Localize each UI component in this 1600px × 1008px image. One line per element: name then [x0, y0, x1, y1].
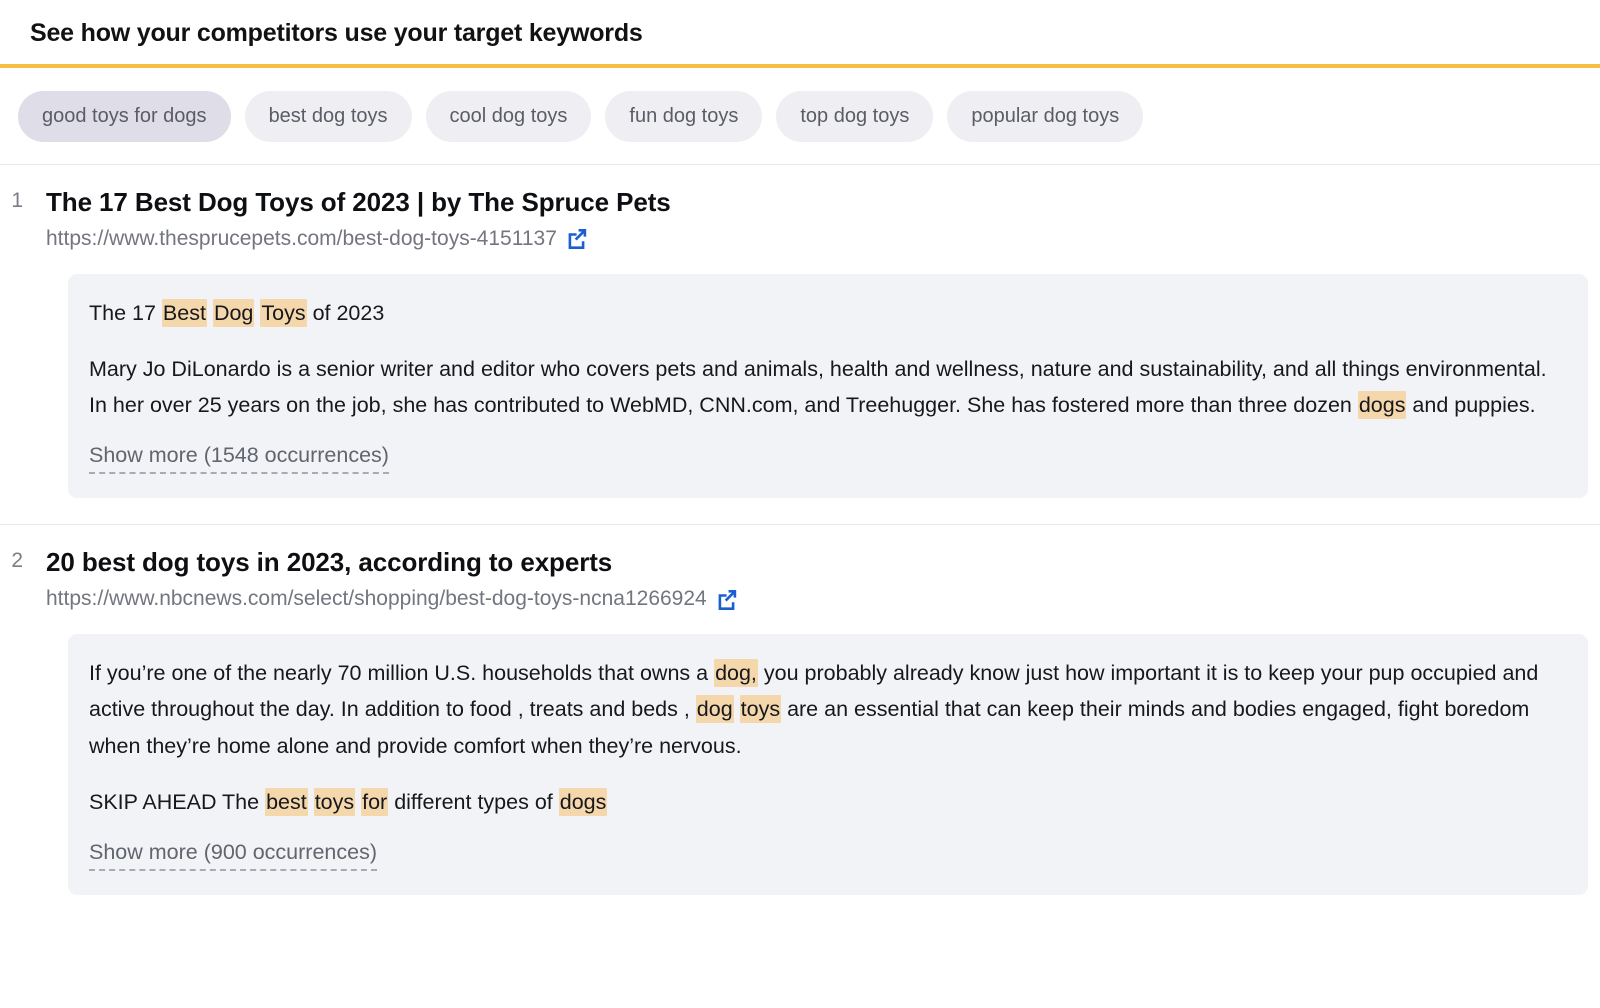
- show-more-link[interactable]: Show more (900 occurrences): [89, 838, 377, 871]
- result-rank: 1: [11, 189, 23, 212]
- snippet-paragraph: The 17 Best Dog Toys of 2023: [89, 295, 1564, 331]
- result-url-line: https://www.thesprucepets.com/best-dog-t…: [46, 225, 1600, 252]
- snippet-text: different types of: [388, 789, 559, 814]
- result-header: 2 20 best dog toys in 2023, according to …: [0, 547, 1600, 612]
- snippet-text: Mary Jo DiLonardo is a senior writer and…: [89, 357, 1547, 418]
- snippet-text: and puppies.: [1406, 393, 1536, 418]
- keyword-highlight: for: [361, 787, 389, 816]
- keyword-pill[interactable]: cool dog toys: [425, 91, 592, 142]
- page-header: See how your competitors use your target…: [0, 0, 1600, 64]
- snippet-text: of 2023: [306, 301, 385, 326]
- keyword-highlight: toys: [313, 787, 356, 816]
- keyword-highlight: dog: [695, 695, 734, 724]
- keyword-highlight: Best: [161, 299, 207, 328]
- snippet-paragraph: Mary Jo DiLonardo is a senior writer and…: [89, 351, 1564, 423]
- keyword-highlight: dogs: [1357, 391, 1407, 420]
- keyword-highlight: Toys: [260, 299, 307, 328]
- result-header-text: The 17 Best Dog Toys of 2023 | by The Sp…: [46, 187, 1600, 252]
- result-url-line: https://www.nbcnews.com/select/shopping/…: [46, 585, 1600, 612]
- results-list: 1 The 17 Best Dog Toys of 2023 | by The S…: [0, 165, 1600, 921]
- external-link-icon[interactable]: [716, 588, 738, 610]
- keyword-pill[interactable]: fun dog toys: [605, 91, 763, 142]
- result-snippet: The 17 Best Dog Toys of 2023 Mary Jo DiLo…: [68, 274, 1588, 499]
- search-result: 1 The 17 Best Dog Toys of 2023 | by The S…: [0, 165, 1600, 524]
- keyword-highlight: dog,: [714, 659, 758, 688]
- keyword-pill[interactable]: best dog toys: [244, 91, 412, 142]
- snippet-text: [734, 697, 740, 721]
- snippet-text: If you’re one of the nearly 70 million U…: [89, 661, 715, 686]
- show-more-link[interactable]: Show more (1548 occurrences): [89, 441, 389, 475]
- keyword-pill[interactable]: top dog toys: [776, 91, 934, 142]
- result-title[interactable]: The 17 Best Dog Toys of 2023 | by The Sp…: [46, 187, 1600, 219]
- keyword-highlight: best: [265, 787, 308, 816]
- snippet-text: [308, 790, 314, 814]
- page-title: See how your competitors use your target…: [30, 19, 643, 47]
- keyword-pill[interactable]: popular dog toys: [947, 91, 1144, 142]
- keyword-highlight: toys: [739, 695, 782, 724]
- keyword-pill[interactable]: good toys for dogs: [18, 91, 231, 142]
- snippet-text: SKIP AHEAD The: [89, 789, 266, 814]
- result-rank: 2: [11, 549, 23, 573]
- result-url[interactable]: https://www.nbcnews.com/select/shopping/…: [46, 585, 707, 612]
- search-result: 2 20 best dog toys in 2023, according to …: [0, 524, 1600, 920]
- result-snippet: If you’re one of the nearly 70 million U…: [68, 634, 1588, 895]
- result-header-text: 20 best dog toys in 2023, according to e…: [46, 547, 1600, 612]
- result-url[interactable]: https://www.thesprucepets.com/best-dog-t…: [46, 225, 557, 252]
- keyword-pill-row: good toys for dogs best dog toys cool dog …: [0, 68, 1600, 165]
- snippet-text: The 17: [89, 301, 162, 326]
- snippet-paragraph: SKIP AHEAD The best toys for different t…: [89, 784, 1564, 820]
- keyword-highlight: dogs: [558, 787, 608, 816]
- external-link-icon[interactable]: [566, 227, 588, 250]
- keyword-highlight: Dog: [212, 299, 255, 328]
- result-header: 1 The 17 Best Dog Toys of 2023 | by The S…: [0, 187, 1600, 252]
- result-title[interactable]: 20 best dog toys in 2023, according to e…: [46, 547, 1600, 579]
- snippet-paragraph: If you’re one of the nearly 70 million U…: [89, 655, 1564, 763]
